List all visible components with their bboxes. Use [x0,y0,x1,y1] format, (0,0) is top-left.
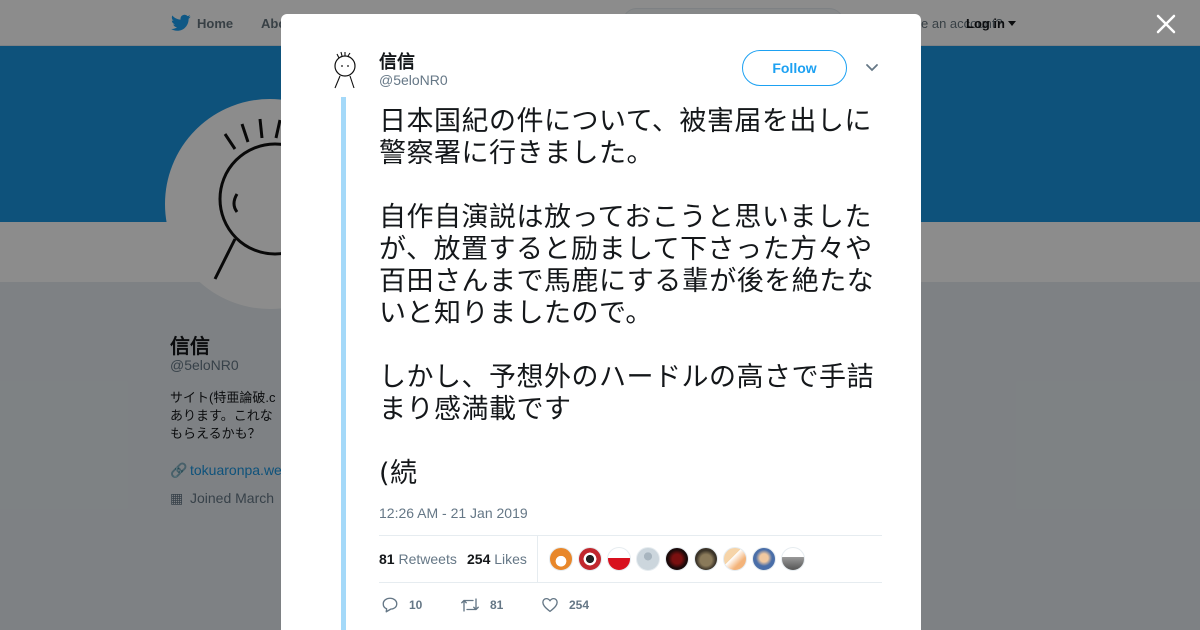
tweet-author-name[interactable]: 信信 [379,48,415,74]
reply-button[interactable]: 10 [381,596,422,614]
retweets-label: Retweets [398,551,457,567]
retweet-count: 81 [490,598,504,612]
reply-count: 10 [409,598,423,612]
retweet-icon [461,598,479,612]
tweet-actions: 10 81 254 [379,596,779,616]
like-button[interactable]: 254 [541,596,589,614]
close-icon[interactable] [1154,12,1178,36]
heart-icon [542,597,558,613]
tweet-stats: 81 Retweets 254 Likes [379,535,882,583]
liker-avatar[interactable] [781,547,805,571]
reply-icon [382,597,398,613]
liker-avatar[interactable] [549,547,573,571]
tweet-modal: 信信 @5eloNR0 Follow 日本国紀の件について、被害届を出しに警察署… [281,14,921,630]
liker-avatars [549,547,810,571]
tweet-author-handle[interactable]: @5eloNR0 [379,72,448,88]
chevron-down-icon[interactable] [865,62,879,74]
likes-stat[interactable]: 254 Likes [467,551,527,567]
likes-count: 254 [467,551,491,567]
retweet-button[interactable]: 81 [460,596,503,614]
liker-avatar[interactable] [607,547,631,571]
liker-avatar[interactable] [665,547,689,571]
tweet-timestamp[interactable]: 12:26 AM - 21 Jan 2019 [379,505,528,521]
like-count: 254 [569,598,590,612]
liker-avatar[interactable] [636,547,660,571]
follow-button[interactable]: Follow [742,50,847,86]
liker-avatar[interactable] [578,547,602,571]
liker-avatar[interactable] [723,547,747,571]
stats-divider [537,536,538,582]
liker-avatar[interactable] [694,547,718,571]
thread-line [341,97,346,630]
tweet-paragraph: 日本国紀の件について、被害届を出しに警察署に行きました。 [379,106,872,169]
retweets-stat[interactable]: 81 Retweets [379,551,457,567]
tweet-author-avatar[interactable] [328,50,360,90]
liker-avatar[interactable] [752,547,776,571]
tweet-text: 日本国紀の件について、被害届を出しに警察署に行きました。 自作自演説は放っておこ… [379,106,884,490]
tweet-paragraph: しかし、予想外のハードルの高さで手詰まり感満載です [379,362,874,425]
tweet-paragraph: (続 [379,458,418,489]
retweets-count: 81 [379,551,395,567]
likes-label: Likes [494,551,527,567]
tweet-paragraph: 自作自演説は放っておこうと思いましたが、放置すると励まして下さった方々や百田さん… [379,202,875,329]
